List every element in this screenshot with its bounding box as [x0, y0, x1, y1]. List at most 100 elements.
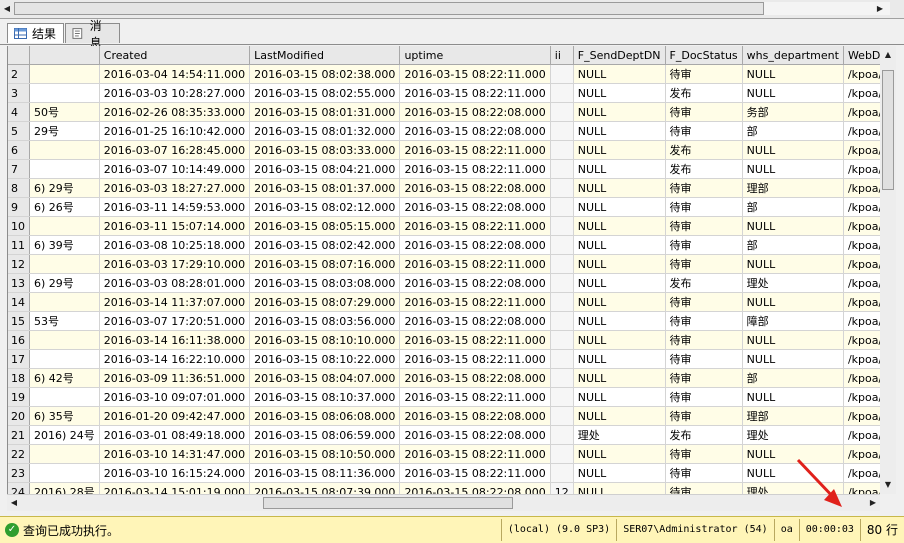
table-cell[interactable]: 2016-03-15 08:03:56.000 [249, 311, 401, 331]
table-cell[interactable]: 待审 [665, 121, 743, 141]
table-row[interactable]: 15 53号 2016-03-07 17:20:51.000 2016-03-15 0… [8, 311, 881, 331]
table-cell[interactable]: 2016-03-08 10:25:18.000 [99, 235, 251, 255]
table-cell[interactable]: NULL [573, 140, 666, 160]
table-cell[interactable]: 2016-03-03 10:28:27.000 [99, 83, 251, 103]
table-cell[interactable]: 2016-03-15 08:10:50.000 [249, 444, 401, 464]
column-header[interactable]: LastModified [249, 46, 401, 65]
horizontal-scrollbar[interactable]: ◀ ▶ [7, 494, 880, 511]
table-cell[interactable]: 理处 [742, 425, 844, 445]
table-cell[interactable] [29, 254, 100, 274]
row-number-cell[interactable]: 18 [8, 368, 30, 388]
table-cell[interactable]: 发布 [665, 140, 743, 160]
table-cell[interactable] [29, 216, 100, 236]
table-cell[interactable]: 6) 26号 [29, 197, 100, 217]
table-cell[interactable]: 发布 [665, 273, 743, 293]
row-number-cell[interactable]: 11 [8, 235, 30, 255]
scroll-right-icon[interactable]: ▶ [874, 2, 886, 16]
row-number-cell[interactable]: 3 [8, 83, 30, 103]
table-cell[interactable]: 2016-03-15 08:22:08.000 [399, 406, 551, 426]
table-cell[interactable]: 待审 [665, 64, 743, 84]
table-cell[interactable]: 待审 [665, 406, 743, 426]
table-cell[interactable] [550, 406, 574, 426]
table-cell[interactable]: NULL [573, 349, 666, 369]
table-cell[interactable]: 2016-03-15 08:02:12.000 [249, 197, 401, 217]
table-row[interactable]: 13 6) 29号 2016-03-03 08:28:01.000 2016-03-1… [8, 273, 881, 293]
table-cell[interactable]: 2016-03-03 18:27:27.000 [99, 178, 251, 198]
top-horizontal-scrollbar[interactable]: ◀ ▶ [0, 0, 904, 19]
table-row[interactable]: 5 29号 2016-01-25 16:10:42.000 2016-03-15 08… [8, 121, 881, 141]
table-cell[interactable]: 待审 [665, 482, 743, 494]
table-cell[interactable]: NULL [742, 216, 844, 236]
row-number-cell[interactable]: 7 [8, 159, 30, 179]
table-cell[interactable]: 2016) 24号 [29, 425, 100, 445]
table-cell[interactable]: 2016-03-15 08:02:42.000 [249, 235, 401, 255]
table-cell[interactable]: NULL [742, 64, 844, 84]
table-cell[interactable] [550, 178, 574, 198]
table-row[interactable]: 8 6) 29号 2016-03-03 18:27:27.000 2016-03-15… [8, 178, 881, 198]
table-cell[interactable]: 2016-03-15 08:22:11.000 [399, 140, 551, 160]
table-cell[interactable]: 待审 [665, 463, 743, 483]
table-cell[interactable]: /kpoa/app/h [843, 197, 881, 217]
table-cell[interactable]: 6) 42号 [29, 368, 100, 388]
table-cell[interactable]: 待审 [665, 330, 743, 350]
table-cell[interactable] [550, 425, 574, 445]
table-row[interactable]: 3 2016-03-03 10:28:27.000 2016-03-15 08:02… [8, 83, 881, 103]
table-cell[interactable]: 2016-03-15 08:07:39.000 [249, 482, 401, 494]
table-cell[interactable]: NULL [573, 197, 666, 217]
table-cell[interactable]: 待审 [665, 254, 743, 274]
table-cell[interactable] [550, 463, 574, 483]
table-cell[interactable]: 发布 [665, 83, 743, 103]
table-cell[interactable] [550, 121, 574, 141]
table-cell[interactable]: /kpoa/app/h [843, 349, 881, 369]
table-cell[interactable]: 2016-03-15 08:04:07.000 [249, 368, 401, 388]
table-cell[interactable]: 待审 [665, 235, 743, 255]
table-cell[interactable] [550, 235, 574, 255]
scroll-right-icon[interactable]: ▶ [867, 496, 879, 510]
table-cell[interactable]: 2016-01-25 16:10:42.000 [99, 121, 251, 141]
row-number-cell[interactable]: 16 [8, 330, 30, 350]
table-cell[interactable]: /kpoa/app/h [843, 273, 881, 293]
table-cell[interactable]: NULL [742, 349, 844, 369]
table-cell[interactable]: 2016-03-15 08:02:38.000 [249, 64, 401, 84]
table-cell[interactable]: /kpoa/app/h [843, 368, 881, 388]
table-cell[interactable]: 2016-03-15 08:22:08.000 [399, 178, 551, 198]
table-cell[interactable]: 2016-03-15 08:05:15.000 [249, 216, 401, 236]
table-cell[interactable]: 6) 39号 [29, 235, 100, 255]
table-cell[interactable] [29, 83, 100, 103]
table-cell[interactable]: /kpoa/app/h [843, 425, 881, 445]
table-cell[interactable]: /kpoa/app/h [843, 292, 881, 312]
table-cell[interactable]: 2016-03-15 08:22:08.000 [399, 197, 551, 217]
table-cell[interactable]: 2016-03-10 09:07:01.000 [99, 387, 251, 407]
table-cell[interactable] [29, 292, 100, 312]
table-cell[interactable]: NULL [573, 216, 666, 236]
table-cell[interactable]: 2016-03-15 08:07:29.000 [249, 292, 401, 312]
table-cell[interactable]: 发布 [665, 425, 743, 445]
table-cell[interactable]: 部 [742, 121, 844, 141]
table-cell[interactable]: 2016-03-15 08:22:11.000 [399, 216, 551, 236]
table-cell[interactable]: NULL [742, 254, 844, 274]
table-cell[interactable]: /kpoa/app/h [843, 406, 881, 426]
table-cell[interactable]: 2016-03-15 08:01:32.000 [249, 121, 401, 141]
table-cell[interactable]: NULL [573, 102, 666, 122]
table-cell[interactable]: 2016-03-15 08:22:08.000 [399, 311, 551, 331]
row-number-cell[interactable]: 6 [8, 140, 30, 160]
row-number-cell[interactable]: 15 [8, 311, 30, 331]
scroll-thumb[interactable] [14, 2, 764, 15]
table-cell[interactable]: 2016-03-15 08:22:08.000 [399, 235, 551, 255]
table-cell[interactable]: NULL [573, 64, 666, 84]
table-cell[interactable]: 2016-03-15 08:22:08.000 [399, 121, 551, 141]
table-cell[interactable]: 理处 [573, 425, 666, 445]
table-cell[interactable]: 2016-03-15 08:22:11.000 [399, 463, 551, 483]
table-cell[interactable]: 2016-03-11 15:07:14.000 [99, 216, 251, 236]
table-cell[interactable]: NULL [573, 482, 666, 494]
table-cell[interactable] [29, 444, 100, 464]
table-row[interactable]: 22 2016-03-10 14:31:47.000 2016-03-15 08:1… [8, 444, 881, 464]
column-header[interactable]: uptime [399, 46, 551, 65]
table-cell[interactable]: 6) 29号 [29, 178, 100, 198]
column-header[interactable]: WebDbName [843, 46, 881, 65]
table-cell[interactable]: 待审 [665, 444, 743, 464]
table-cell[interactable]: /kpoa/app/h [843, 330, 881, 350]
table-cell[interactable]: 待审 [665, 311, 743, 331]
table-cell[interactable]: 2016-03-15 08:11:36.000 [249, 463, 401, 483]
table-cell[interactable] [550, 311, 574, 331]
